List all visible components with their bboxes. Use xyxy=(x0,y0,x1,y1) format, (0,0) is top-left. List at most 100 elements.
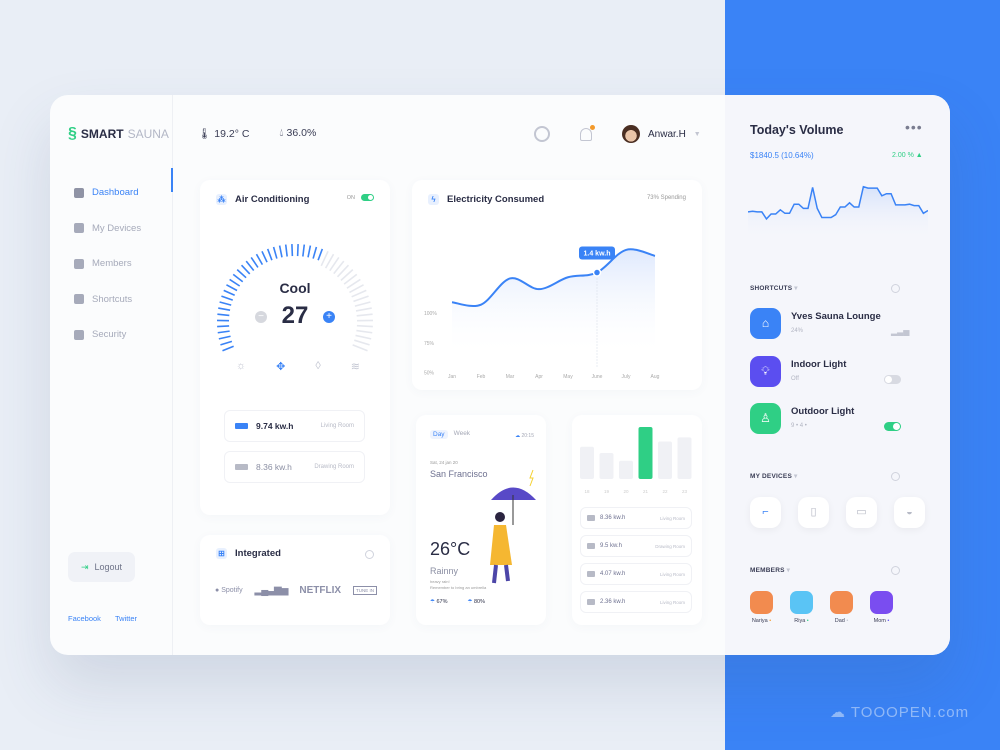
sidebar-item-shortcuts[interactable]: Shortcuts xyxy=(74,282,141,318)
x-tick-label: Feb xyxy=(477,374,486,380)
rain-illustration xyxy=(490,469,536,584)
user-menu[interactable]: Anwar.H ▼ xyxy=(622,125,701,143)
air-conditioning-card: ⁂ Air Conditioning ON Cool 27 − + ☼ ✥ ◊ ≋ 9.… xyxy=(200,180,390,515)
sidebar-item-dashboard[interactable]: Dashboard xyxy=(74,175,141,211)
member-dad[interactable]: Dad • xyxy=(830,591,853,624)
shield-icon xyxy=(74,329,84,340)
device-icon xyxy=(587,571,595,577)
netflix-logo[interactable]: NETFLIX xyxy=(299,585,341,596)
active-indicator xyxy=(171,168,173,192)
avatar xyxy=(622,125,640,143)
add-icon[interactable] xyxy=(365,550,374,559)
twitter-link[interactable]: Twitter xyxy=(115,614,137,623)
add-member-icon[interactable] xyxy=(891,566,900,575)
add-device-icon[interactable] xyxy=(891,472,900,481)
x-tick-label: July xyxy=(622,374,631,380)
notification-bell-icon[interactable] xyxy=(580,124,595,141)
ac-mode: Cool xyxy=(279,280,311,296)
spotify-logo[interactable]: ● Spotify xyxy=(215,587,243,594)
ac-power-toggle[interactable] xyxy=(361,194,374,201)
electricity-chart[interactable]: 100%75%50%25%0 %JanFebMarAprMayJuneJulyA… xyxy=(412,180,702,390)
chevron-down-icon: ▼ xyxy=(693,130,701,138)
watermark: ☁ TOOOPEN.com xyxy=(830,704,970,721)
home-icon xyxy=(74,187,84,198)
drop-icon[interactable]: ◊ xyxy=(315,360,320,373)
usage-row[interactable]: 9.5 kw.h Drawing Room xyxy=(580,535,692,557)
humidity: 💧︎ 36.0% xyxy=(279,127,317,139)
member-avatar xyxy=(750,591,773,614)
y-tick-label: 50% xyxy=(424,371,435,377)
device-icon xyxy=(587,599,595,605)
decrease-button[interactable]: − xyxy=(255,311,267,323)
x-tick-label: 19 xyxy=(604,489,610,494)
tab-day[interactable]: Day xyxy=(430,430,448,439)
sun-icon[interactable]: ☼ xyxy=(236,360,246,373)
fridge-device[interactable]: ▯ xyxy=(798,497,829,528)
usage-row[interactable]: 8.36 kw.h Drawing Room xyxy=(224,451,365,483)
lamp-icon: ♙ xyxy=(750,403,781,434)
dial-tick xyxy=(217,330,230,334)
tab-week[interactable]: Week xyxy=(454,430,471,439)
sidebar-item-label: My Devices xyxy=(92,222,142,234)
member-avatar xyxy=(790,591,813,614)
shortcut-item[interactable]: ♙ Outdoor Light 9 • 4 • xyxy=(750,403,854,434)
dial-tick xyxy=(312,246,318,259)
member-nariya[interactable]: Nariya • xyxy=(750,591,773,624)
fan-icon[interactable]: ✥ xyxy=(276,360,285,373)
ac-icon: ⁂ xyxy=(216,194,227,205)
desk-lamp-device[interactable]: ⌐ xyxy=(750,497,781,528)
camera-device[interactable]: ◒ xyxy=(894,497,925,528)
dial-tick xyxy=(266,248,273,261)
sidebar-item-label: Dashboard xyxy=(92,187,139,199)
outdoor-light-toggle[interactable] xyxy=(884,422,901,431)
dial-tick xyxy=(278,245,283,258)
indoor-light-toggle[interactable] xyxy=(884,375,901,384)
sidebar-item-my-devices[interactable]: My Devices xyxy=(74,211,141,247)
dial-tick xyxy=(352,344,368,352)
dial-tick xyxy=(317,248,324,261)
tunein-logo[interactable]: TUNE IN xyxy=(352,586,377,595)
wind-icon[interactable]: ≋ xyxy=(351,360,360,373)
sidebar-item-members[interactable]: Members xyxy=(74,246,141,282)
sidebar-item-label: Members xyxy=(92,258,132,270)
dial-tick xyxy=(221,295,234,301)
daily-usage-chart[interactable]: 18 19 20 21 22 23 xyxy=(572,415,702,500)
settings-icon[interactable] xyxy=(534,126,550,142)
x-tick-label: June xyxy=(592,374,603,380)
usage-row[interactable]: 9.74 kw.h Living Room xyxy=(224,410,365,442)
daily-usage-card: 18 19 20 21 22 23 8.36 kw.h Living Room 9.5 kw.… xyxy=(572,415,702,625)
volume-sparkline xyxy=(748,185,928,240)
device-icon xyxy=(587,543,595,549)
shortcut-item[interactable]: 💡︎ Indoor Light Off xyxy=(750,356,846,387)
member-avatar xyxy=(870,591,893,614)
member-mom[interactable]: Mom • xyxy=(870,591,893,624)
usage-row[interactable]: 8.36 kw.h Living Room xyxy=(580,507,692,529)
dial-tick xyxy=(236,269,247,279)
member-riya[interactable]: Riya • xyxy=(790,591,813,624)
weather-temp: 26°C xyxy=(430,539,471,559)
usage-row[interactable]: 2.36 kw.h Living Room xyxy=(580,591,692,613)
umbrella-icon: ☂ xyxy=(467,599,473,605)
increase-button[interactable]: + xyxy=(323,311,335,323)
x-tick-label: 18 xyxy=(584,489,590,494)
shortcut-item[interactable]: ⌂ Yves Sauna Lounge 24% xyxy=(750,308,881,339)
logout-button[interactable]: ⇥ Logout xyxy=(68,552,135,582)
dial-tick xyxy=(240,264,251,275)
dial-tick xyxy=(261,250,268,263)
deezer-logo[interactable]: ▂▄▃▆▅ xyxy=(255,585,289,596)
dial-tick xyxy=(356,329,373,334)
usage-row[interactable]: 4.07 kw.h Living Room xyxy=(580,563,692,585)
x-tick-label: Aug xyxy=(651,374,660,380)
electricity-card: ϟ Electricity Consumed 73% Spending 100% 7… xyxy=(412,180,702,390)
logo: § SMART SAUNA xyxy=(68,125,169,142)
signal-icon: ▂▃▅ xyxy=(891,327,910,336)
add-shortcut-icon[interactable] xyxy=(891,284,900,293)
dial-tick xyxy=(320,250,329,267)
tv-device[interactable]: ▭ xyxy=(846,497,877,528)
x-tick-label: Jan xyxy=(448,374,456,380)
facebook-link[interactable]: Facebook xyxy=(68,614,101,623)
member-avatar xyxy=(830,591,853,614)
sidebar-item-security[interactable]: Security xyxy=(74,317,141,353)
more-icon[interactable]: ••• xyxy=(905,119,923,135)
environment-readout: 🌡︎ 19.2° C 💧︎ 36.0% xyxy=(198,127,316,140)
